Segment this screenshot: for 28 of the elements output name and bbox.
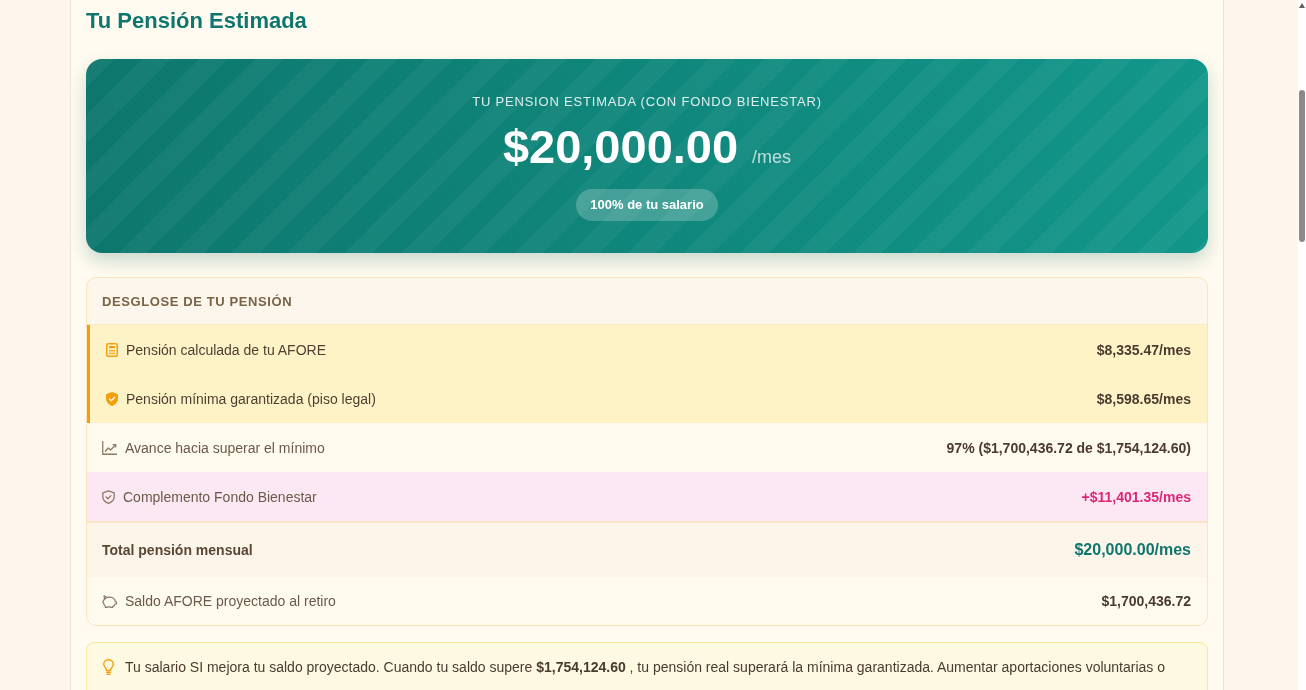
tip-text: Tu salario SI mejora tu saldo proyectado. Cuando tu saldo supere $1,754,124.60 , tu pensión real superará la mínima garantizada. Aumentar aportaciones voluntarias o [125, 658, 1165, 677]
calculator-icon [106, 342, 118, 357]
row-value: $8,598.65/mes [1096, 390, 1191, 407]
breakdown-heading: DESGLOSE DE TU PENSIÓN [102, 293, 293, 309]
pension-amount: $20,000.00 [502, 119, 739, 175]
row-label: Pensión mínima garantizada (piso legal) [126, 390, 376, 407]
row-value: $1,700,436.72 [1101, 593, 1191, 609]
piggy-bank-icon [102, 594, 117, 608]
shield-check-icon [102, 489, 115, 504]
row-label: Avance hacia superar el mínimo [125, 439, 325, 456]
scrollbar-thumb[interactable] [1299, 90, 1305, 242]
row-value: +$11,401.35/mes [1081, 488, 1191, 505]
per-month-label: /mes [752, 146, 792, 168]
row-label: Total pensión mensual [102, 542, 253, 558]
row-label: Complemento Fondo Bienestar [123, 488, 317, 505]
scrollbar[interactable] [1298, 0, 1306, 690]
row-value: $20,000.00/mes [1074, 541, 1191, 559]
row-value: $8,335.47/mes [1096, 341, 1191, 358]
summary-label: TU PENSION ESTIMADA (CON FONDO BIENESTAR) [472, 93, 822, 111]
line-chart-icon [102, 440, 117, 455]
row-value: 97% ($1,700,436.72 de $1,754,124.60) [946, 439, 1191, 456]
page-title: Tu Pensión Estimada [86, 7, 308, 35]
lightbulb-icon [103, 659, 114, 675]
salary-percentage-badge: 100% de tu salario [576, 189, 718, 221]
scroll-up-arrow-icon[interactable] [1299, 3, 1305, 8]
row-label: Saldo AFORE proyectado al retiro [125, 593, 336, 609]
shield-check-icon [106, 391, 118, 406]
row-label: Pensión calculada de tu AFORE [126, 341, 326, 358]
